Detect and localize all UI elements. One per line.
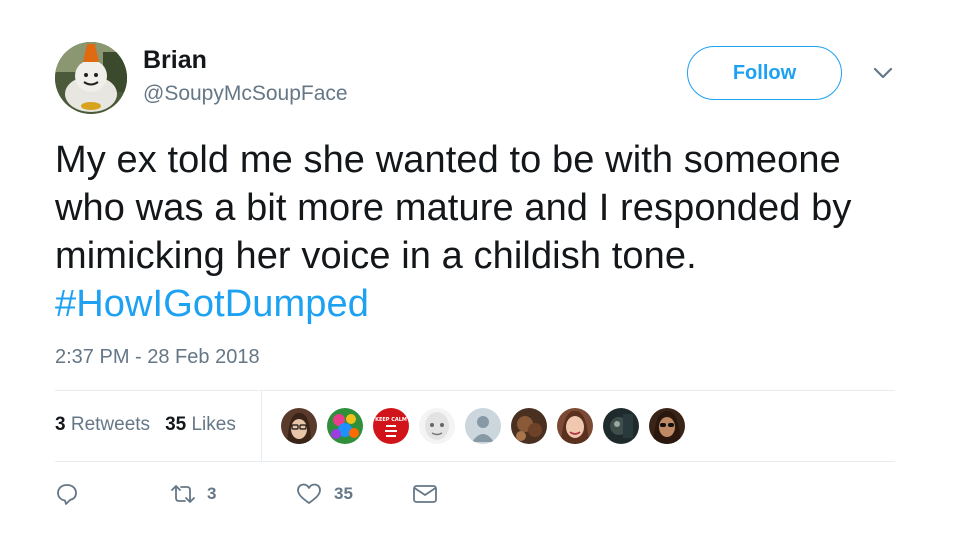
likes-count: 35 [165,414,187,435]
retweets-count: 3 [55,414,66,435]
liker-avatar-smiling-woman[interactable] [556,407,594,445]
chevron-down-icon[interactable] [873,66,893,80]
user-avatar[interactable] [55,42,127,114]
user-name[interactable]: Brian [143,46,207,75]
stats-separator [261,391,262,461]
liker-avatar-dark-scene[interactable] [602,407,640,445]
tweet-actions: 3 35 [55,482,438,506]
user-handle[interactable]: @SoupyMcSoupFace [143,82,348,106]
like-count: 35 [334,484,353,503]
retweet-count: 3 [207,484,217,503]
hashtag-link[interactable]: #HowIGotDumped [55,283,369,325]
reply-button[interactable] [55,482,169,506]
liker-avatar-floral[interactable] [326,407,364,445]
retweet-icon [171,485,195,503]
retweets-label: Retweets [70,414,151,435]
retweets-stat[interactable]: 3 Retweets [55,414,150,436]
message-button[interactable] [412,483,438,505]
liker-avatar-keep-calm[interactable]: KEEP CALM [372,407,410,445]
tweet-timestamp[interactable]: 2:37 PM - 28 Feb 2018 [55,346,260,369]
snowman-avatar-icon [55,42,127,114]
keep-calm-text: KEEP CALM [375,417,407,423]
reply-icon [57,484,77,505]
divider-bottom [55,461,895,462]
follow-button[interactable]: Follow [687,46,842,100]
likes-label: Likes [191,414,236,435]
liker-avatar-woman-sunglasses[interactable] [648,407,686,445]
heart-icon [297,483,321,504]
liker-avatar-bald-face[interactable] [418,407,456,445]
liker-avatar-dark-photo[interactable] [510,407,548,445]
likes-stat[interactable]: 35 Likes [165,414,236,436]
liker-avatar-default[interactable] [464,407,502,445]
tweet-body: My ex told me she wanted to be with some… [55,139,852,277]
liker-avatar-woman-glasses[interactable] [280,407,318,445]
tweet-text: My ex told me she wanted to be with some… [55,136,895,328]
liker-avatars: KEEP CALM [280,407,686,445]
like-button[interactable]: 35 [296,482,412,506]
retweet-button[interactable]: 3 [169,482,296,506]
envelope-icon [413,485,437,503]
divider-top [55,390,895,391]
tweet-stats: 3 Retweets 35 Likes [55,414,236,436]
